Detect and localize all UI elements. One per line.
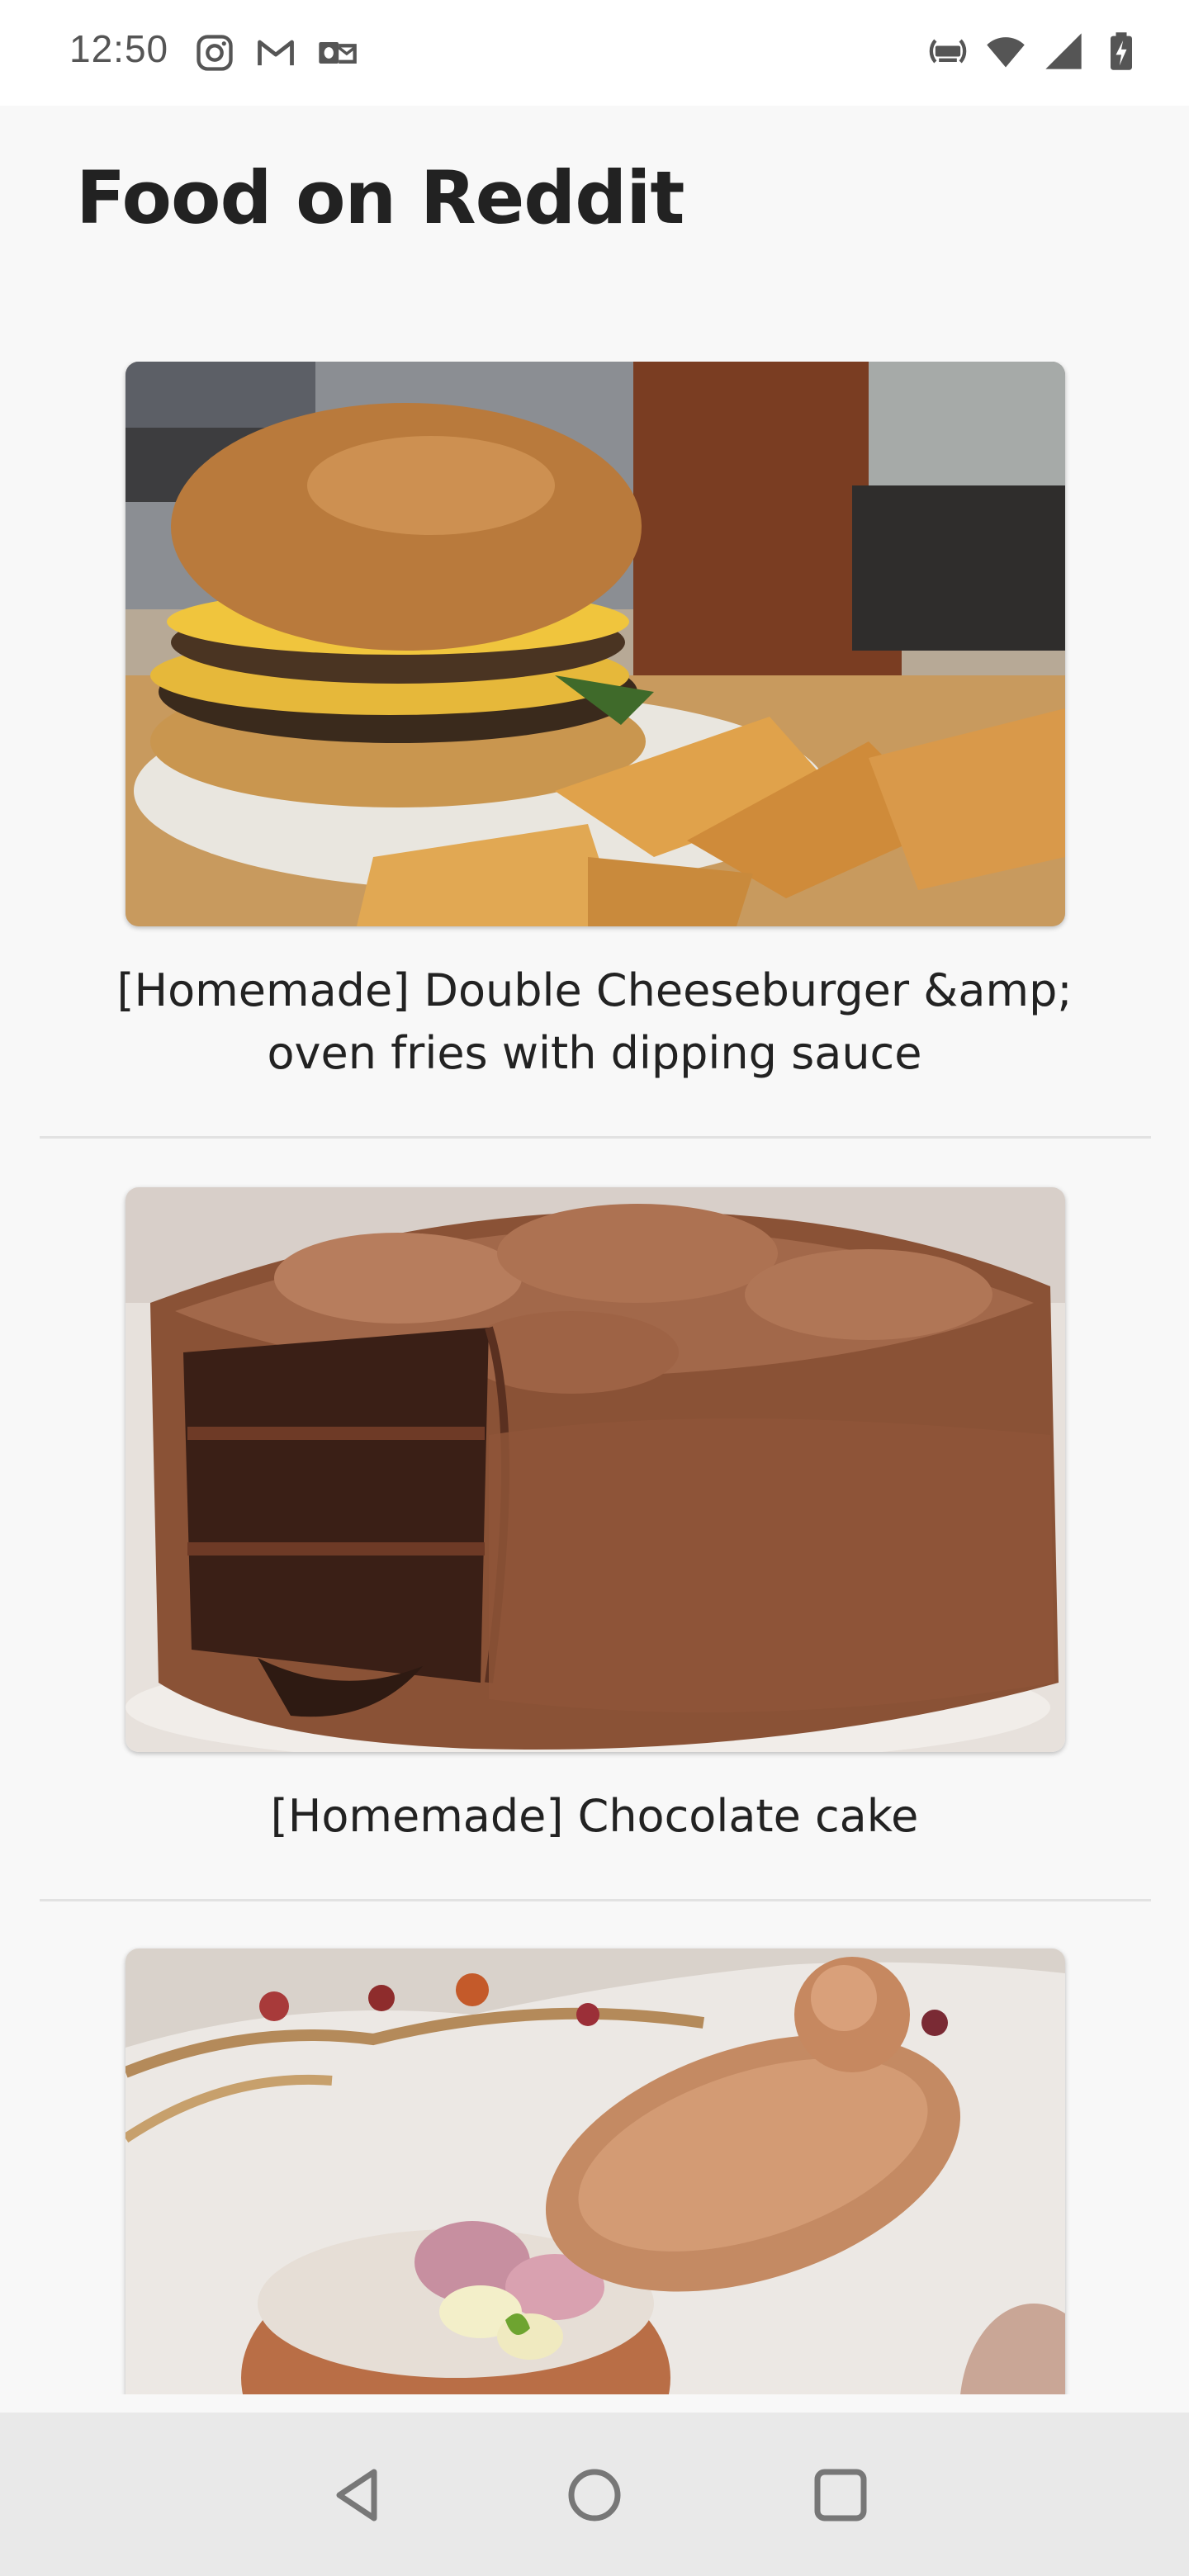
- recents-icon[interactable]: [806, 2460, 875, 2530]
- back-icon[interactable]: [322, 2460, 391, 2530]
- status-bar: 12:50: [0, 0, 1189, 106]
- gmail-icon: [258, 40, 294, 66]
- system-nav-bar: [0, 2413, 1189, 2576]
- home-icon[interactable]: [560, 2460, 629, 2530]
- divider: [40, 1136, 1151, 1139]
- app-screen: 12:50 Food on Reddit [Homemade] Double C…: [0, 0, 1189, 2576]
- post-title[interactable]: [Homemade] Chocolate cake: [74, 1785, 1115, 1848]
- page-title: Food on Reddit: [76, 155, 685, 240]
- instagram-icon: [197, 35, 233, 71]
- notification-icons: [193, 31, 358, 74]
- bread-bowl-soup-photo[interactable]: [126, 1949, 1065, 2394]
- divider: [40, 1899, 1151, 1901]
- chocolate-cake-photo[interactable]: [126, 1187, 1065, 1752]
- system-icons: [926, 30, 1143, 73]
- battery-charging-icon: [1111, 32, 1132, 70]
- post-feed[interactable]: [Homemade] Double Cheeseburger &amp; ove…: [0, 362, 1189, 2394]
- status-time: 12:50: [69, 27, 169, 70]
- outlook-icon: [319, 42, 357, 64]
- post-title[interactable]: [Homemade] Double Cheeseburger &amp; ove…: [74, 959, 1115, 1085]
- wifi-icon: [987, 37, 1025, 68]
- volte-icon: [929, 39, 967, 64]
- signal-icon: [1045, 33, 1082, 69]
- cheeseburger-fries-photo[interactable]: [126, 362, 1065, 926]
